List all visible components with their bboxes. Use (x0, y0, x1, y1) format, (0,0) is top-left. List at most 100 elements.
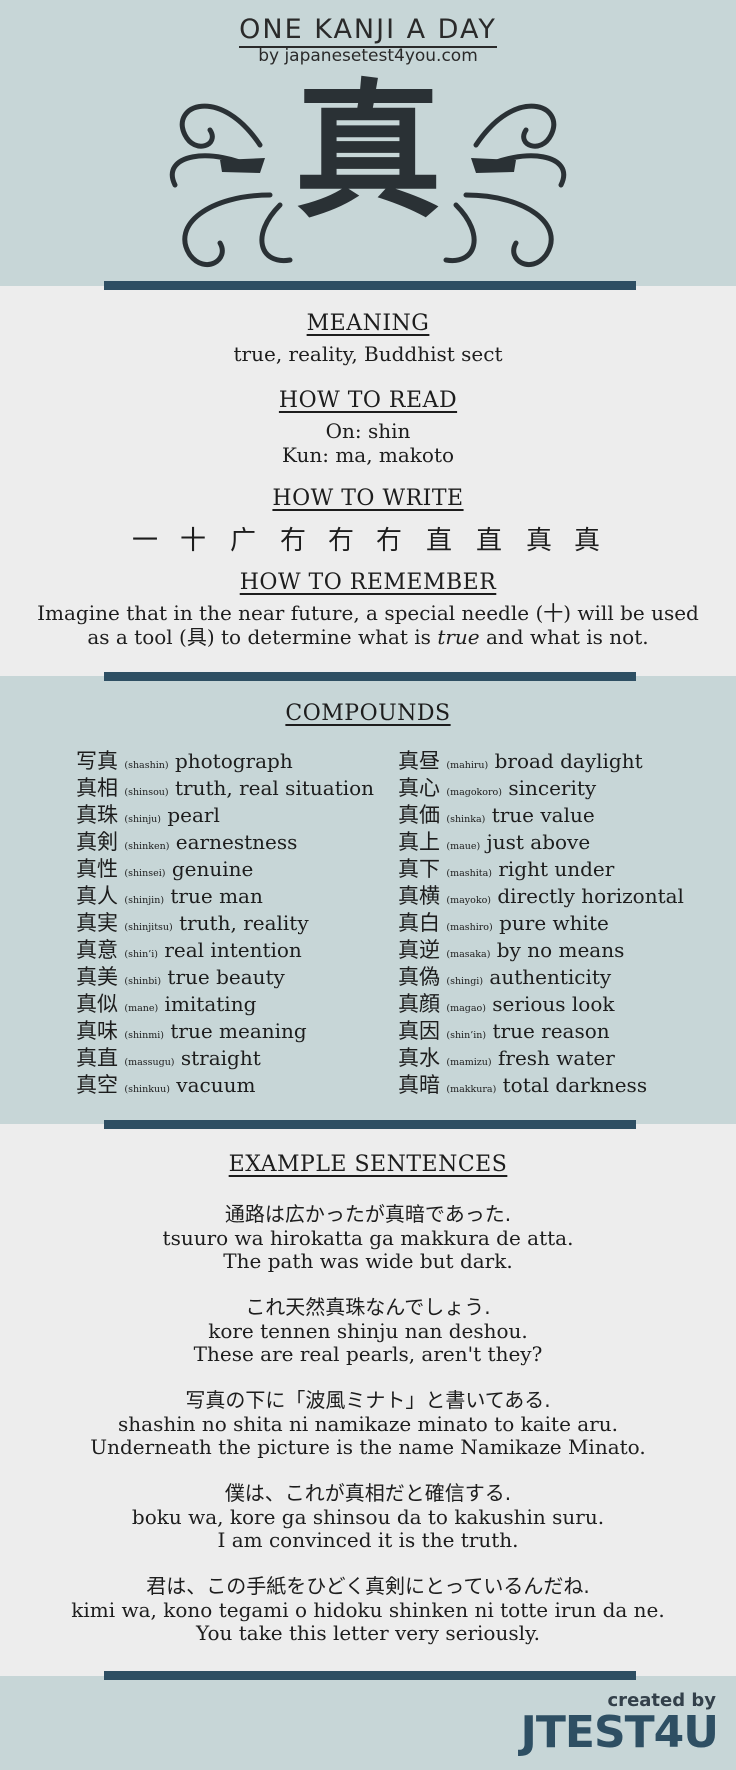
compound-reading: (shin’i) (124, 949, 158, 960)
compound-meaning: serious look (492, 992, 615, 1016)
compound-reading: (mane) (124, 1003, 159, 1014)
compound-row: 真顔 (magao) serious look (398, 991, 684, 1018)
divider-bar (104, 1120, 636, 1129)
example-romaji: shashin no shita ni namikaze minato to k… (118, 1412, 618, 1436)
compound-kanji: 真心 (398, 776, 440, 800)
compound-reading: (mahiru) (446, 760, 489, 771)
remember-line-2: as a tool (具) to determine what is true … (87, 625, 649, 649)
remember-section: HOW TO REMEMBER Imagine that in the near… (0, 570, 736, 649)
compound-reading: (massugu) (124, 1057, 175, 1068)
stroke-step: 广 (230, 526, 257, 556)
example-english: These are real pearls, aren't they? (193, 1342, 543, 1366)
compound-reading: (magao) (446, 1003, 486, 1014)
compounds-right-column: 真昼 (mahiru) broad daylight 真心 (magokoro) … (398, 748, 684, 1099)
compound-meaning: pure white (499, 911, 609, 935)
page-title: ONE KANJI A DAY (0, 14, 736, 48)
reading-on: On: shin (325, 419, 411, 443)
compound-meaning: true beauty (167, 965, 285, 989)
stroke-step: 真 (526, 526, 553, 556)
compound-row: 真暗 (makkura) total darkness (398, 1072, 684, 1099)
example-romaji: tsuuro wa hirokatta ga makkura de atta. (162, 1226, 574, 1250)
remember-heading: HOW TO REMEMBER (239, 570, 497, 595)
compound-kanji: 真昼 (398, 749, 440, 773)
compound-meaning: directly horizontal (497, 884, 684, 908)
examples-section: EXAMPLE SENTENCES (0, 1152, 736, 1177)
compound-reading: (shingi) (446, 976, 484, 987)
compound-kanji: 真剣 (76, 830, 118, 854)
compound-kanji: 真実 (76, 911, 118, 935)
compound-meaning: authenticity (489, 965, 612, 989)
example-sentence: これ天然真珠なんでしょう. kore tennen shinju nan des… (0, 1295, 736, 1366)
compound-kanji: 真意 (76, 938, 118, 962)
compound-reading: (shinka) (446, 814, 486, 825)
compound-kanji: 真人 (76, 884, 118, 908)
compounds-section: COMPOUNDS (0, 701, 736, 726)
compound-meaning: truth, reality (179, 911, 309, 935)
compound-row: 真心 (magokoro) sincerity (398, 775, 684, 802)
example-sentence: 君は、この手紙をひどく真剣にとっているんだね. kimi wa, kono te… (0, 1574, 736, 1645)
meaning-text: true, reality, Buddhist sect (233, 342, 503, 366)
compound-kanji: 写真 (76, 749, 118, 773)
compound-reading: (makkura) (446, 1084, 497, 1095)
example-japanese: 君は、この手紙をひどく真剣にとっているんだね. (146, 1574, 590, 1598)
compound-row: 真価 (shinka) true value (398, 802, 684, 829)
compound-row: 真味 (shinmi) true meaning (76, 1018, 374, 1045)
example-sentence: 通路は広かったが真暗であった. tsuuro wa hirokatta ga m… (0, 1202, 736, 1273)
example-english: Underneath the picture is the name Namik… (90, 1435, 646, 1459)
compound-row: 真横 (mayoko) directly horizontal (398, 883, 684, 910)
compound-row: 真水 (mamizu) fresh water (398, 1045, 684, 1072)
compound-row: 写真 (shashin) photograph (76, 748, 374, 775)
compound-meaning: true reason (492, 1019, 610, 1043)
brand-logo: JTEST4U (520, 1707, 719, 1758)
example-romaji: kore tennen shinju nan deshou. (208, 1319, 528, 1343)
compound-kanji: 真珠 (76, 803, 118, 827)
compound-kanji: 真直 (76, 1046, 118, 1070)
compound-row: 真剣 (shinken) earnestness (76, 829, 374, 856)
compound-reading: (mashita) (446, 868, 492, 879)
compound-meaning: by no means (496, 938, 625, 962)
compound-kanji: 真似 (76, 992, 118, 1016)
compound-row: 真直 (massugu) straight (76, 1045, 374, 1072)
divider-bar (104, 281, 636, 290)
compound-row: 真実 (shinjitsu) truth, reality (76, 910, 374, 937)
compound-meaning: total darkness (502, 1073, 648, 1097)
example-sentence: 写真の下に「波風ミナト」と書いてある. shashin no shita ni … (0, 1388, 736, 1459)
compound-row: 真意 (shin’i) real intention (76, 937, 374, 964)
compound-meaning: just above (486, 830, 591, 854)
example-romaji: kimi wa, kono tegami o hidoku shinken ni… (71, 1598, 665, 1622)
compound-row: 真似 (mane) imitating (76, 991, 374, 1018)
compound-meaning: true value (491, 803, 595, 827)
compound-row: 真美 (shinbi) true beauty (76, 964, 374, 991)
compound-kanji: 真下 (398, 857, 440, 881)
example-japanese: 写真の下に「波風ミナト」と書いてある. (185, 1388, 551, 1412)
stroke-step: 冇 (328, 526, 355, 556)
compound-row: 真人 (shinjin) true man (76, 883, 374, 910)
compound-reading: (shinbi) (124, 976, 162, 987)
compound-row: 真空 (shinkuu) vacuum (76, 1072, 374, 1099)
divider-bar (104, 672, 636, 681)
read-section: HOW TO READ On: shin Kun: ma, makoto (0, 388, 736, 467)
compound-row: 真下 (mashita) right under (398, 856, 684, 883)
compound-meaning: vacuum (176, 1073, 256, 1097)
compound-kanji: 真空 (76, 1073, 118, 1097)
examples-heading: EXAMPLE SENTENCES (228, 1152, 508, 1177)
write-heading: HOW TO WRITE (272, 486, 464, 511)
compound-reading: (masaka) (446, 949, 491, 960)
compound-kanji: 真暗 (398, 1073, 440, 1097)
compound-reading: (shinsou) (124, 787, 169, 798)
compound-reading: (mayoko) (446, 895, 492, 906)
compound-meaning: right under (498, 857, 615, 881)
stroke-step: 直 (476, 526, 503, 556)
compound-kanji: 真逆 (398, 938, 440, 962)
remember-line-1: Imagine that in the near future, a speci… (37, 601, 699, 625)
compound-meaning: earnestness (175, 830, 298, 854)
compound-row: 真性 (shinsei) genuine (76, 856, 374, 883)
compound-kanji: 真上 (398, 830, 440, 854)
compounds-left-column: 写真 (shashin) photograph 真相 (shinsou) trut… (76, 748, 374, 1099)
stroke-step: 直 (426, 526, 453, 556)
compound-meaning: imitating (164, 992, 257, 1016)
compound-reading: (magokoro) (446, 787, 502, 798)
compound-kanji: 真性 (76, 857, 118, 881)
meaning-section: MEANING true, reality, Buddhist sect (0, 311, 736, 366)
compound-row: 真因 (shin’in) true reason (398, 1018, 684, 1045)
